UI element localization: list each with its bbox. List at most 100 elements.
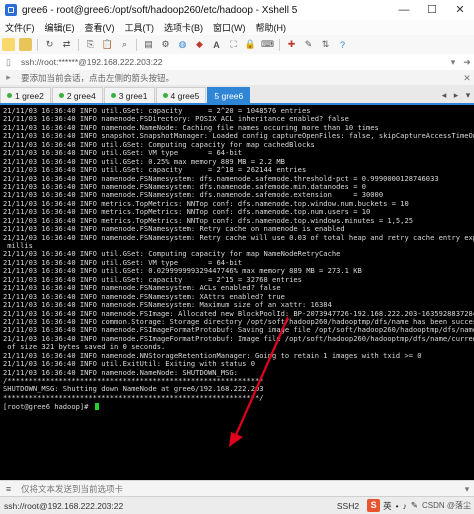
terminal-line: of size 321 bytes saved in 0 seconds. [3,343,166,352]
bookmark-add-icon[interactable]: ▸ [2,71,15,84]
help-icon[interactable]: ? [336,38,349,51]
terminal-line: 21/11/03 16:36:40 INFO namenode.FSImage:… [3,309,474,318]
toolbar-divider [136,38,137,51]
toolbar-divider [279,38,280,51]
info-close-icon[interactable]: ✕ [460,71,474,85]
terminal-line: 21/11/03 16:36:40 INFO common.Storage: S… [3,317,474,326]
terminal-line: 21/11/03 16:36:40 INFO util.GSet: 0.25% … [3,157,285,166]
ime-punctuation[interactable]: • [395,501,400,511]
send-text-bar[interactable]: ≡ 仅将文本发送到当前选项卡 ▾ [0,480,474,497]
reconnect-icon[interactable]: ↻ [43,38,56,51]
address-text[interactable]: ssh://root:******@192.168.222.203:22 [21,57,446,67]
terminal-line: 21/11/03 16:36:40 INFO util.GSet: 0.0299… [3,267,362,276]
session-tab-bar: 1 gree2 2 gree4 3 gree1 4 gree5 5 gree6 … [0,85,474,105]
address-bar[interactable]: ▯ ssh://root:******@192.168.222.203:22 ▾… [0,54,474,71]
terminal-line: 21/11/03 16:36:40 INFO util.GSet: capaci… [3,107,311,115]
menu-file[interactable]: 文件(F) [0,21,40,34]
terminal-line: 21/11/03 16:36:40 INFO namenode.FSNamesy… [3,284,281,293]
address-go-icon[interactable]: ➜ [460,55,474,69]
title-bar: gree6 - root@gree6:/opt/soft/hadoop260/e… [0,0,474,21]
terminal-line: SHUTDOWN_MSG: Shutting down NameNode at … [3,385,264,394]
tab-gree4[interactable]: 2 gree4 [51,87,103,103]
tab-scroll-left-icon[interactable]: ◂ [438,90,450,101]
terminal-line: 21/11/03 16:36:40 INFO namenode.NameNode… [3,123,379,132]
fullscreen-icon[interactable]: ⛶ [227,38,240,51]
info-text: 要添加当前会话，点击左侧的箭头按钮。 [21,72,175,83]
tab-label: 2 gree4 [66,90,96,101]
send-menu-icon[interactable]: ≡ [2,483,15,496]
tab-gree2[interactable]: 1 gree2 [0,87,51,103]
connected-dot-icon [162,93,168,98]
menu-edit[interactable]: 编辑(E) [40,21,80,34]
send-options-icon[interactable]: ▾ [460,482,474,496]
terminal-lines: 21/11/03 16:36:40 INFO util.GSet: capaci… [0,105,474,411]
xshell-app-icon [5,4,17,16]
compose-icon[interactable]: ✎ [302,38,315,51]
terminal-line: 21/11/03 16:36:40 INFO namenode.NameNode… [3,368,238,377]
sftp-icon[interactable]: ⇅ [319,38,332,51]
terminal-line: 21/11/03 16:36:40 INFO namenode.FSDirect… [3,115,349,124]
status-protocol: SSH2 [336,500,360,511]
lock-icon[interactable]: 🔒 [244,38,257,51]
terminal-line: 21/11/03 16:36:40 INFO namenode.NNStorag… [3,351,422,360]
new-session-icon[interactable] [2,38,15,51]
watermark: CSDN @落尘 [421,501,471,510]
status-bar: ssh://root@192.168.222.203:22 SSH2 S 英 •… [0,496,474,514]
terminal-line: millis [3,242,33,250]
copy-icon[interactable]: ⎘ [84,38,97,51]
globe-icon[interactable]: ◍ [176,38,189,51]
menu-tabs[interactable]: 选项卡(B) [159,21,208,34]
tab-scroll-right-icon[interactable]: ▸ [450,90,462,101]
terminal-line: 21/11/03 16:36:40 INFO namenode.FSNamesy… [3,182,367,191]
connected-dot-icon [58,93,64,98]
color-scheme-icon[interactable]: ◆ [193,38,206,51]
keyboard-icon[interactable]: ⌨ [261,38,274,51]
ime-language[interactable]: 英 [382,500,393,512]
terminal-line: 21/11/03 16:36:40 INFO metrics.TopMetric… [3,199,409,208]
minimize-button[interactable]: — [390,0,418,20]
properties-icon[interactable]: ⚙ [159,38,172,51]
find-icon[interactable]: ⌕ [118,38,131,51]
print-icon[interactable]: ▤ [142,38,155,51]
terminal-line: 21/11/03 16:36:40 INFO metrics.TopMetric… [3,216,413,225]
ime-voice[interactable]: ♪ [402,501,408,511]
ime-handwriting[interactable]: ✎ [410,500,419,511]
menu-help[interactable]: 帮助(H) [251,21,292,34]
tab-gree6[interactable]: 5 gree6 [207,87,251,103]
font-icon[interactable]: A [210,38,223,51]
open-folder-icon[interactable] [19,38,32,51]
tab-gree5[interactable]: 4 gree5 [155,87,207,103]
tab-label: 3 gree1 [118,90,148,101]
tab-gree1[interactable]: 3 gree1 [103,87,155,103]
xftp-icon[interactable]: ✚ [285,38,298,51]
menu-tools[interactable]: 工具(T) [120,21,160,34]
toolbar: ↻ ⇄ ⎘ 📋 ⌕ ▤ ⚙ ◍ ◆ A ⛶ 🔒 ⌨ ✚ ✎ ⇅ ? [0,35,474,55]
send-text-placeholder[interactable]: 仅将文本发送到当前选项卡 [21,483,460,495]
menu-window[interactable]: 窗口(W) [208,21,251,34]
terminal-output[interactable]: 21/11/03 16:36:40 INFO util.GSet: capaci… [0,105,474,480]
status-host: ssh://root@192.168.222.203:22 [4,500,124,511]
terminal-line: 21/11/03 16:36:40 INFO metrics.TopMetric… [3,208,371,217]
terminal-line: 21/11/03 16:36:40 INFO util.GSet: Comput… [3,250,341,259]
arrow-head [229,432,243,447]
disconnect-icon[interactable]: ⇄ [60,38,73,51]
paste-icon[interactable]: 📋 [101,38,114,51]
terminal-line: 21/11/03 16:36:40 INFO namenode.FSImageF… [3,326,474,335]
tab-list-icon[interactable]: ▾ [462,90,474,101]
address-dropdown-icon[interactable]: ▾ [446,55,460,69]
toolbar-divider [37,38,38,51]
menu-view[interactable]: 查看(V) [80,21,120,34]
window-title: gree6 - root@gree6:/opt/soft/hadoop260/e… [22,4,298,16]
shell-prompt-line[interactable]: [root@gree6 hadoop]# [3,402,474,411]
terminal-line: 21/11/03 16:36:40 INFO util.ExitUtil: Ex… [3,360,255,369]
tab-label: 1 gree2 [15,90,44,101]
terminal-line: 21/11/03 16:36:40 INFO namenode.FSNamesy… [3,301,332,310]
tab-label: 4 gree5 [170,90,200,101]
terminal-line: 21/11/03 16:36:40 INFO namenode.FSImageF… [3,334,474,343]
close-button[interactable]: ✕ [446,0,474,20]
tab-nav: ◂ ▸ ▾ [438,87,474,103]
maximize-button[interactable]: ☐ [418,0,446,20]
terminal-line: 21/11/03 16:36:40 INFO util.GSet: capaci… [3,275,302,284]
sogou-ime-logo[interactable]: S [367,499,381,512]
terminal-line: 21/11/03 16:36:40 INFO namenode.FSNamesy… [3,233,474,242]
